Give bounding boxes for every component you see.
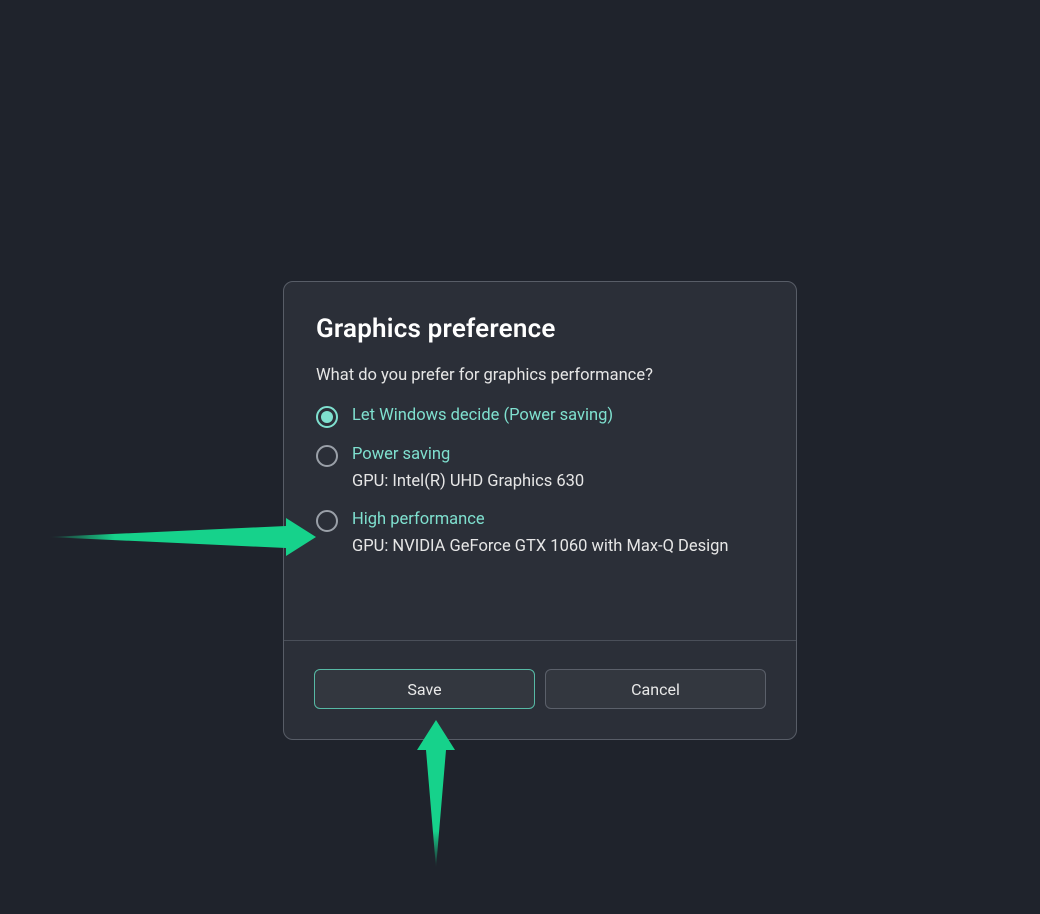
dialog-footer: Save Cancel — [284, 641, 796, 739]
graphics-preference-dialog: Graphics preference What do you prefer f… — [283, 281, 797, 740]
option-text: Let Windows decide (Power saving) — [352, 405, 613, 426]
annotation-arrow-vertical — [414, 720, 458, 870]
cancel-button[interactable]: Cancel — [545, 669, 766, 709]
option-sub: GPU: Intel(R) UHD Graphics 630 — [352, 471, 584, 492]
save-button[interactable]: Save — [314, 669, 535, 709]
radio-icon[interactable] — [316, 510, 338, 532]
option-text: Power saving GPU: Intel(R) UHD Graphics … — [352, 444, 584, 493]
dialog-title: Graphics preference — [316, 314, 764, 344]
option-label: Power saving — [352, 444, 584, 465]
option-text: High performance GPU: NVIDIA GeForce GTX… — [352, 509, 729, 558]
annotation-arrow-horizontal — [48, 516, 318, 558]
option-let-windows-decide[interactable]: Let Windows decide (Power saving) — [316, 405, 764, 428]
radio-icon[interactable] — [316, 406, 338, 428]
option-label: Let Windows decide (Power saving) — [352, 405, 613, 426]
option-high-performance[interactable]: High performance GPU: NVIDIA GeForce GTX… — [316, 509, 764, 558]
radio-icon[interactable] — [316, 445, 338, 467]
option-power-saving[interactable]: Power saving GPU: Intel(R) UHD Graphics … — [316, 444, 764, 493]
dialog-question: What do you prefer for graphics performa… — [316, 366, 764, 385]
option-sub: GPU: NVIDIA GeForce GTX 1060 with Max-Q … — [352, 536, 729, 557]
option-label: High performance — [352, 509, 729, 530]
dialog-body: Graphics preference What do you prefer f… — [284, 282, 796, 640]
